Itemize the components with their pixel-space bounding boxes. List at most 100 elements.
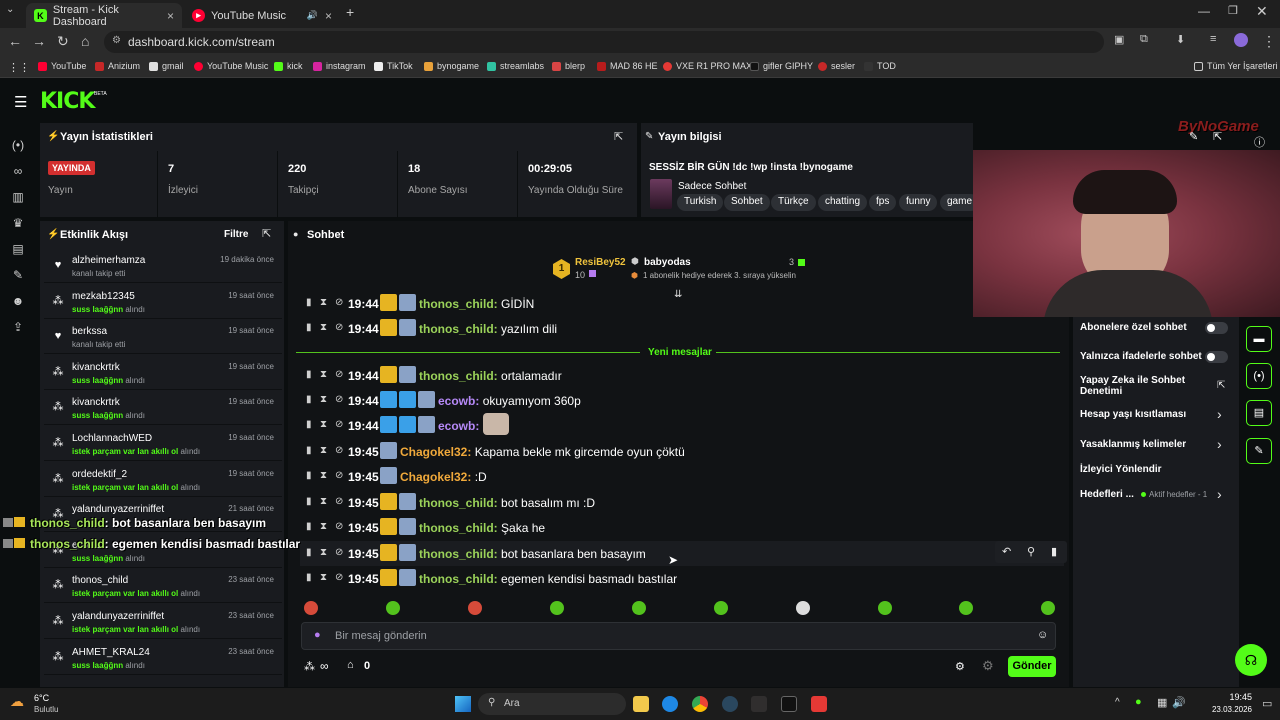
activity-user[interactable]: thonos_child: [72, 575, 128, 586]
delete-message-icon[interactable]: ▮: [306, 445, 312, 456]
message-username[interactable]: thonos_child: [419, 547, 494, 561]
activity-user[interactable]: kivanckrtrk: [72, 397, 120, 408]
popout-stats-icon[interactable]: ⇱: [614, 130, 623, 143]
delete-message-icon[interactable]: ▮: [306, 297, 312, 308]
chat-message[interactable]: ▮ ⧗ ⊘ 19:45 thonos_child: egemen kendisi bas…: [300, 566, 1064, 591]
edge-icon[interactable]: [662, 696, 678, 712]
ban-icon[interactable]: ⊘: [335, 445, 343, 456]
volume-icon[interactable]: 🔊: [1172, 696, 1186, 709]
chat-message[interactable]: ▮ ⧗ ⊘ 19:45 thonos_child: Şaka he: [300, 515, 1064, 540]
bookmark-instagram[interactable]: instagram: [313, 61, 366, 71]
delete-message-icon[interactable]: ▮: [306, 521, 312, 532]
file-explorer-icon[interactable]: [633, 696, 649, 712]
popout-info-icon[interactable]: ⇱: [1213, 130, 1222, 143]
emoji-icon[interactable]: ☺: [1037, 629, 1048, 641]
message-username[interactable]: thonos_child: [419, 496, 494, 510]
delete-message-icon[interactable]: ▮: [306, 470, 312, 481]
bookmark-anizium[interactable]: Anizium: [95, 61, 140, 71]
network-icon[interactable]: ▦: [1157, 696, 1167, 709]
delete-message-icon[interactable]: ▮: [306, 572, 312, 583]
message-username[interactable]: thonos_child: [419, 521, 494, 535]
emote-only-chat-toggle[interactable]: [1205, 351, 1228, 363]
upload-icon[interactable]: ⇪: [10, 320, 26, 336]
account-age-label[interactable]: Hesap yaşı kısıtlaması: [1080, 409, 1230, 420]
info-icon[interactable]: ⓘ: [1254, 134, 1265, 150]
message-username[interactable]: thonos_child: [419, 572, 494, 586]
back-icon[interactable]: ←: [8, 33, 22, 49]
category-thumbnail[interactable]: [650, 179, 672, 209]
emote-shortcut-icon[interactable]: [959, 601, 973, 615]
hamburger-menu-icon[interactable]: ☰: [14, 93, 27, 111]
bookmark-youtube-music[interactable]: YouTube Music: [194, 61, 268, 71]
message-username[interactable]: thonos_child: [419, 322, 494, 336]
timeout-icon[interactable]: ⧗: [320, 521, 327, 532]
steam-icon[interactable]: [722, 696, 738, 712]
timeout-icon[interactable]: ⧗: [320, 419, 327, 430]
ban-icon[interactable]: ⊘: [335, 547, 343, 558]
activity-item[interactable]: ⁂ LochlannachWED istek parçam var lan akıl…: [44, 427, 282, 461]
minimize-button[interactable]: —: [1198, 4, 1210, 18]
link-icon[interactable]: ∞: [10, 164, 26, 180]
chevron-right-icon[interactable]: ›: [1217, 436, 1222, 452]
chat-message[interactable]: ▮ ⧗ ⊘ 19:45 Chagokel32: :D: [300, 464, 1064, 489]
ban-icon[interactable]: ⊘: [335, 394, 343, 405]
bot-icon[interactable]: ⚙: [982, 658, 994, 674]
chat-mode-button[interactable]: ▬: [1246, 326, 1272, 352]
external-link-icon[interactable]: ⇱: [1217, 380, 1225, 391]
cast-icon[interactable]: ▣: [1114, 33, 1124, 46]
ban-icon[interactable]: ⊘: [335, 496, 343, 507]
delete-message-icon[interactable]: ▮: [306, 322, 312, 333]
chat-message[interactable]: ▮ ⧗ ⊘ 19:44 ecowb: okuyamıyom 360p: [300, 388, 1064, 413]
timeout-icon[interactable]: ⧗: [320, 394, 327, 405]
reload-icon[interactable]: ↻: [57, 33, 69, 50]
tray-expand-icon[interactable]: ^: [1115, 697, 1120, 708]
chat-message[interactable]: ▮ ⧗ ⊘ 19:44 thonos_child: ortalamadır: [300, 363, 1064, 388]
apps-icon[interactable]: ⋮⋮: [8, 61, 30, 74]
activity-user[interactable]: ordedektif_2: [72, 469, 127, 480]
settings-icon[interactable]: ⚙: [955, 660, 965, 673]
chat-message[interactable]: ▮ ⧗ ⊘ 19:45 Chagokel32: Kapama bekle mk girc…: [300, 439, 1064, 464]
activity-user[interactable]: yalandunyazerriniffet: [72, 504, 164, 515]
tab-youtube-music[interactable]: ▸ YouTube Music 🔊 ×: [184, 3, 340, 28]
kick-logo[interactable]: KICK: [40, 89, 95, 114]
downloads-icon[interactable]: ⬇: [1176, 33, 1185, 46]
new-tab-button[interactable]: +: [346, 4, 354, 20]
ban-icon[interactable]: ⊘: [335, 470, 343, 481]
message-username[interactable]: Chagokel32: [400, 445, 467, 459]
activity-item[interactable]: ⁂ thonos_child istek parçam var lan akıllı…: [44, 569, 282, 604]
activity-item[interactable]: ⁂ ordedektif_2 istek parçam var lan akıllı…: [44, 463, 282, 497]
message-username[interactable]: thonos_child: [419, 297, 494, 311]
tab-list-icon[interactable]: ⌄: [6, 4, 14, 15]
timeout-icon[interactable]: ⧗: [320, 297, 327, 308]
emote-shortcut-icon[interactable]: [386, 601, 400, 615]
delete-message-icon[interactable]: ▮: [306, 496, 312, 507]
bookmark-streamlabs[interactable]: streamlabs: [487, 61, 544, 71]
chat-message[interactable]: ▮ ⧗ ⊘ 19:45 thonos_child: bot basanlara ben …: [300, 541, 1064, 566]
message-username[interactable]: ecowb: [438, 419, 475, 433]
reply-icon[interactable]: ↶: [1002, 545, 1011, 558]
activity-item[interactable]: ⁂ kivanckrtrk suss laağğnn alındı 19 saat ö…: [44, 356, 282, 390]
taskbar-search[interactable]: ⚲ Ara: [478, 693, 626, 715]
clock-time[interactable]: 19:45: [1212, 692, 1252, 702]
message-username[interactable]: thonos_child: [419, 369, 494, 383]
obs-icon[interactable]: [751, 696, 767, 712]
delete-message-icon[interactable]: ▮: [306, 419, 312, 430]
activity-item[interactable]: ⁂ AHMET_KRAL24 suss laağğnn alındı 23 saat …: [44, 641, 282, 675]
ban-icon[interactable]: ⊘: [335, 419, 343, 430]
activity-user[interactable]: berkssa: [72, 326, 107, 337]
home-icon[interactable]: ⌂: [81, 33, 89, 49]
ban-icon[interactable]: ⊘: [335, 521, 343, 532]
tools-button[interactable]: ✎: [1246, 438, 1272, 464]
goals-label[interactable]: Hedefleri ...: [1080, 489, 1144, 500]
activity-item[interactable]: ⁂ kivanckrtrk suss laağğnn alındı 19 saat ö…: [44, 391, 282, 426]
video-icon[interactable]: ▤: [10, 242, 26, 258]
chat-message[interactable]: ▮ ⧗ ⊘ 19:44 thonos_child: yazılım dili: [300, 316, 1064, 341]
bookmark-giphy[interactable]: gifler GIPHY: [750, 61, 813, 71]
timeout-icon[interactable]: ⧗: [320, 547, 327, 558]
activity-item[interactable]: ⁂ mezkab12345 suss laağğnn alındı 19 saat ö…: [44, 285, 282, 319]
tab-kick-dashboard[interactable]: K Stream - Kick Dashboard ×: [26, 3, 182, 28]
windows-start-icon[interactable]: [455, 696, 471, 712]
message-username[interactable]: ecowb: [438, 394, 475, 408]
site-info-icon[interactable]: ⚙: [112, 35, 121, 46]
weather-icon[interactable]: ☁: [10, 693, 24, 710]
